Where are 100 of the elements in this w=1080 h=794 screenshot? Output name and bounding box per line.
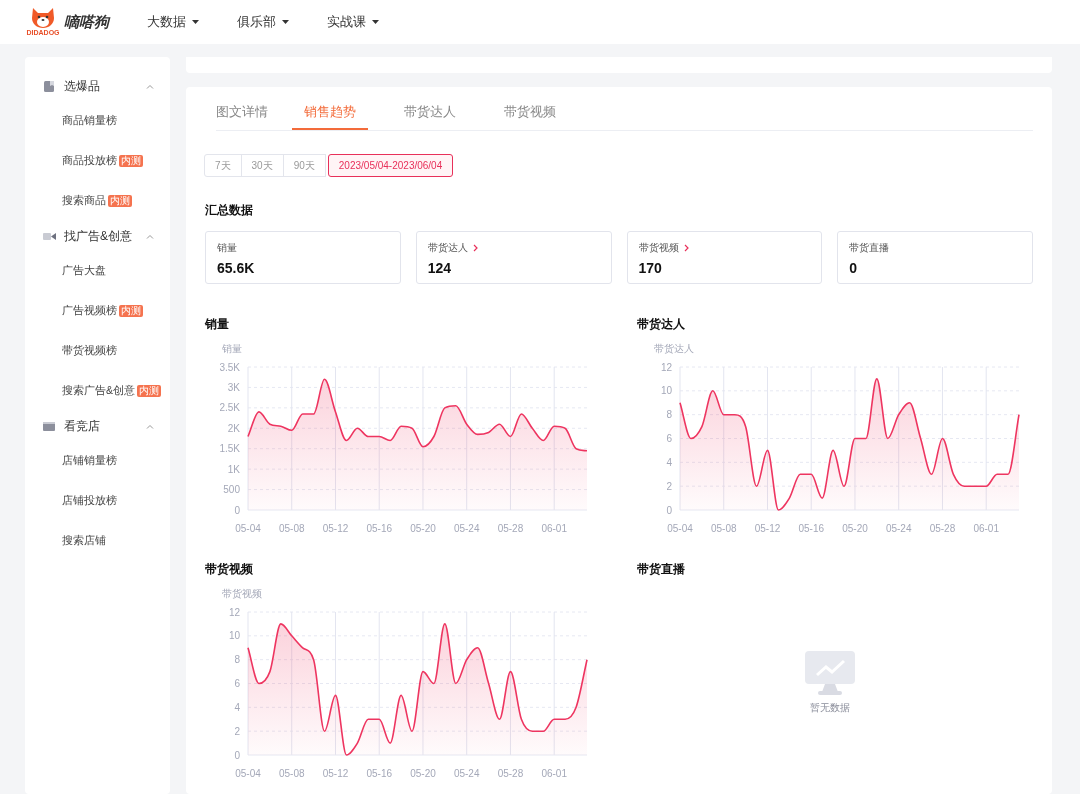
- tick-label: 0: [666, 504, 672, 516]
- stat-value: 124: [427, 260, 453, 276]
- tick-label: 3K: [227, 381, 240, 393]
- tick-label: 500: [223, 484, 240, 496]
- stat-value: 170: [638, 260, 663, 276]
- chart-title: 带货达人: [637, 316, 685, 333]
- sidebar-item[interactable]: 搜索商品 内测: [25, 181, 170, 221]
- section-title: 汇总数据: [205, 202, 253, 219]
- tick-label: 12: [228, 606, 240, 618]
- nav-menu-item[interactable]: 大数据: [147, 13, 199, 31]
- tick-label: 05-20: [410, 523, 436, 534]
- document-icon: [43, 80, 55, 92]
- camera-icon: [42, 231, 56, 241]
- sidebar-item[interactable]: 商品投放榜 内测: [25, 141, 170, 181]
- tick-label: 0: [234, 504, 240, 516]
- chevron-right-icon[interactable]: [683, 244, 689, 252]
- tick-label: 4: [234, 701, 240, 713]
- sidebar-item[interactable]: 商品销量榜: [25, 101, 170, 141]
- stat-value: 0: [849, 260, 859, 276]
- tick-label: 12: [660, 361, 672, 373]
- axis-title: 带货视频: [222, 588, 262, 599]
- tick-label: 2.5K: [219, 402, 240, 414]
- tab[interactable]: 带货视频: [492, 93, 568, 130]
- stat-label: 带货视频: [638, 241, 679, 255]
- tick-label: 6: [666, 433, 672, 444]
- tick-label: 2: [234, 725, 240, 737]
- sidebar-group-title[interactable]: 看竞店: [64, 417, 138, 435]
- tick-label: 05-04: [667, 523, 693, 534]
- tab[interactable]: 带货达人: [392, 93, 468, 130]
- caret-icon: [372, 20, 379, 24]
- sidebar-item[interactable]: 搜索广告&创意 内测: [25, 371, 170, 411]
- empty-message: 暂无数据: [809, 701, 850, 715]
- tick-label: 05-20: [842, 523, 868, 534]
- stat-value: 65.6K: [217, 260, 256, 276]
- beta-badge: 内测: [119, 155, 143, 167]
- sidebar-item[interactable]: 搜索店铺: [25, 521, 170, 561]
- sidebar-item[interactable]: 店铺投放榜: [25, 481, 170, 521]
- stat-label: 销量: [217, 241, 237, 255]
- tick-label: 05-24: [453, 523, 480, 534]
- axis-title: 带货达人: [654, 343, 694, 354]
- sidebar-item[interactable]: 带货视频榜: [25, 331, 170, 371]
- tick-label: 3.5K: [219, 361, 240, 373]
- tick-label: 05-24: [453, 768, 480, 779]
- tick-label: 05-16: [366, 768, 392, 779]
- sidebar-group-title[interactable]: 选爆品: [64, 77, 138, 95]
- nav-menu-item[interactable]: 实战课: [327, 13, 379, 31]
- chart-title: 带货视频: [205, 561, 253, 578]
- chart-title: 带货直播: [637, 561, 685, 578]
- tick-label: 05-16: [798, 523, 824, 534]
- sidebar-item[interactable]: 店铺销量榜: [25, 441, 170, 481]
- stat-label: 带货直播: [849, 241, 890, 255]
- sidebar-item[interactable]: 广告视频榜 内测: [25, 291, 170, 331]
- axis-title: 销量: [222, 343, 242, 354]
- tick-label: 05-20: [410, 768, 436, 779]
- tick-label: 8: [234, 654, 240, 666]
- tick-label: 8: [666, 409, 672, 421]
- tick-label: 0: [234, 749, 240, 761]
- tick-label: 1.5K: [219, 443, 240, 455]
- tick-label: 05-28: [929, 523, 956, 534]
- beta-badge: 内测: [119, 305, 143, 317]
- tick-label: 05-28: [497, 768, 524, 779]
- chevron-right-icon[interactable]: [472, 244, 478, 252]
- dog-logo-icon: [30, 7, 56, 29]
- tick-label: 05-08: [710, 523, 737, 534]
- beta-badge: 内测: [137, 385, 161, 397]
- tick-label: 10: [660, 385, 672, 397]
- store-icon: [43, 421, 55, 431]
- caret-icon: [192, 20, 199, 24]
- tick-label: 2: [666, 480, 672, 492]
- tick-label: 05-08: [278, 768, 305, 779]
- tick-label: 05-24: [885, 523, 912, 534]
- sidebar-group-title[interactable]: 找广告&创意: [64, 227, 138, 245]
- tick-label: 4: [666, 456, 672, 468]
- tick-label: 6: [234, 678, 240, 689]
- empty-chart-icon: [804, 651, 855, 695]
- chevron-up-icon[interactable]: [146, 423, 154, 429]
- chart-title: 销量: [205, 316, 229, 333]
- nav-menu-item[interactable]: 俱乐部: [237, 13, 289, 31]
- date-range-picker[interactable]: 2023/05/04-2023/06/04: [327, 154, 454, 177]
- beta-badge: 内测: [108, 195, 132, 207]
- tick-label: 05-08: [278, 523, 305, 534]
- tick-label: 06-01: [541, 523, 567, 534]
- tick-label: 06-01: [541, 768, 567, 779]
- stat-label: 带货达人: [427, 241, 468, 255]
- tick-label: 2K: [227, 422, 240, 434]
- brand-name: 嘀嗒狗: [64, 12, 109, 32]
- chevron-up-icon[interactable]: [146, 233, 154, 239]
- tick-label: 06-01: [973, 523, 999, 534]
- tick-label: 05-12: [322, 523, 349, 534]
- caret-icon: [282, 20, 289, 24]
- tick-label: 10: [228, 630, 240, 642]
- tick-label: 1K: [227, 463, 240, 475]
- tick-label: 05-04: [235, 523, 261, 534]
- tab[interactable]: 图文详情: [216, 93, 268, 130]
- tick-label: 05-16: [366, 523, 392, 534]
- tick-label: 05-28: [497, 523, 524, 534]
- sidebar-item[interactable]: 广告大盘: [25, 251, 170, 291]
- tick-label: 05-12: [322, 768, 349, 779]
- chevron-up-icon[interactable]: [146, 83, 154, 89]
- tick-label: 05-04: [235, 768, 261, 779]
